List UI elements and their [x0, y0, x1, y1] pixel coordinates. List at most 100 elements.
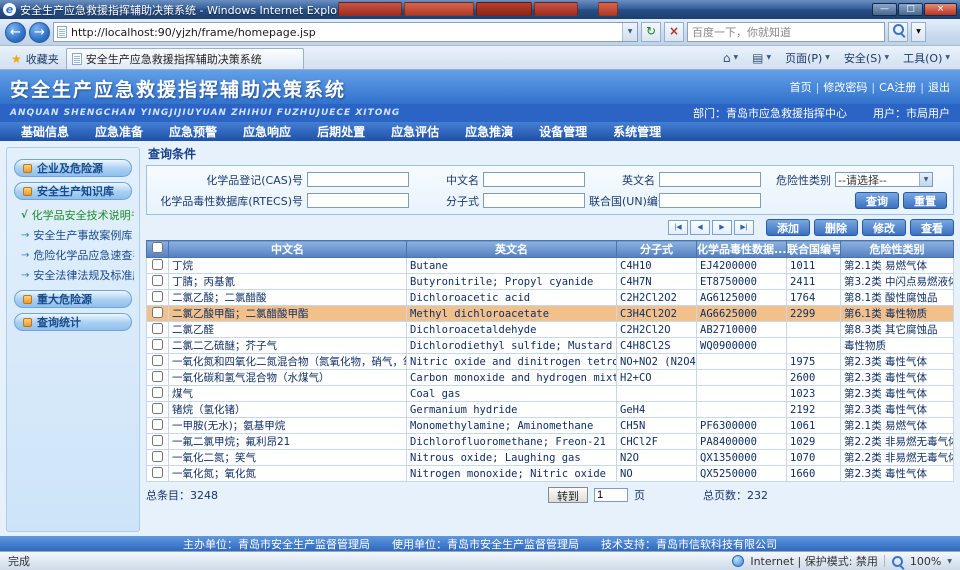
nav-item[interactable]: 设备管理	[526, 123, 600, 140]
formula-input[interactable]	[483, 193, 585, 208]
cell-rtecs: QX5250000	[697, 466, 787, 482]
nav-item[interactable]: 基础信息	[8, 123, 82, 140]
print-button[interactable]: ▤▼	[746, 48, 777, 68]
remote-toolbar-button[interactable]	[404, 2, 474, 16]
safety-menu[interactable]: 安全(S)▼	[838, 48, 895, 68]
remote-toolbar-button[interactable]	[534, 2, 578, 16]
table-row[interactable]: 二氯乙酸；二氯醋酸Dichloroacetic acidC2H2Cl2O2AG6…	[147, 290, 954, 306]
zoom-level[interactable]: 100%	[910, 555, 941, 568]
row-checkbox[interactable]	[152, 259, 163, 270]
row-checkbox[interactable]	[152, 355, 163, 366]
select-all-checkbox[interactable]	[152, 242, 163, 253]
page-number-input[interactable]	[594, 488, 628, 502]
browser-tab[interactable]: 安全生产应急救援指挥辅助决策系统	[66, 48, 304, 69]
table-row[interactable]: 一甲胺(无水)；氨基甲烷Monomethylamine; Aminomethan…	[147, 418, 954, 434]
search-input[interactable]: 百度一下，你就知道	[687, 22, 885, 42]
view-button[interactable]: 查看	[910, 219, 954, 236]
row-checkbox[interactable]	[152, 467, 163, 478]
table-row[interactable]: 丁腈；丙基氰Butyronitrile; Propyl cyanideC4H7N…	[147, 274, 954, 290]
cas-input[interactable]	[307, 172, 409, 187]
modify-button[interactable]: 修改	[862, 219, 906, 236]
table-row[interactable]: 煤气Coal gas1023第2.3类 毒性气体	[147, 386, 954, 402]
cell-english-name: Dichloroacetic acid	[407, 290, 617, 306]
row-checkbox[interactable]	[152, 419, 163, 430]
refresh-button[interactable]: ↻	[641, 22, 661, 42]
table-row[interactable]: 一氧化碳和氢气混合物（水煤气）Carbon monoxide and hydro…	[147, 370, 954, 386]
row-checkbox[interactable]	[152, 371, 163, 382]
banner-link[interactable]: 退出	[928, 79, 950, 95]
reset-button[interactable]: 重置	[903, 192, 947, 209]
panel-icon	[23, 164, 32, 173]
nav-item[interactable]: 应急评估	[378, 123, 452, 140]
pager-last-button[interactable]: ▶|	[734, 220, 754, 235]
row-checkbox[interactable]	[152, 451, 163, 462]
chinese-name-input[interactable]	[483, 172, 585, 187]
goto-page-button[interactable]: 转到	[548, 487, 588, 503]
sidebar-link[interactable]: →危险化学品应急速查手...	[12, 245, 134, 265]
zoom-dropdown-icon[interactable]: ▼	[947, 558, 952, 565]
row-checkbox[interactable]	[152, 323, 163, 334]
back-button[interactable]: ←	[5, 22, 26, 43]
stop-button[interactable]: ×	[664, 22, 684, 42]
sidebar-button[interactable]: 安全生产知识库	[14, 182, 132, 200]
pager-first-button[interactable]: |◀	[668, 220, 688, 235]
row-checkbox[interactable]	[152, 403, 163, 414]
row-checkbox[interactable]	[152, 291, 163, 302]
banner-link[interactable]: 修改密码	[823, 79, 867, 95]
table-row[interactable]: 一氧化二氮；笑气Nitrous oxide; Laughing gasN2OQX…	[147, 450, 954, 466]
sidebar-link[interactable]: →安全法律法规及标准库	[12, 265, 134, 285]
table-row[interactable]: 一氟二氯甲烷；氟利昂21Dichlorofluoromethane; Freon…	[147, 434, 954, 450]
maximize-button[interactable]: □	[898, 3, 923, 16]
address-bar[interactable]: http://localhost:90/yjzh/frame/homepage.…	[53, 22, 638, 42]
delete-button[interactable]: 删除	[814, 219, 858, 236]
banner-link[interactable]: CA注册	[879, 79, 916, 95]
table-row[interactable]: 二氯乙酸甲酯；二氯醋酸甲酯Methyl dichloroacetateC3H4C…	[147, 306, 954, 322]
english-name-input[interactable]	[659, 172, 761, 187]
nav-item[interactable]: 后期处置	[304, 123, 378, 140]
total-pages: 总页数：232	[703, 487, 768, 503]
sidebar-button[interactable]: 查询统计	[14, 313, 132, 331]
sidebar-link[interactable]: →安全生产事故案例库	[12, 225, 134, 245]
minimize-button[interactable]: —	[872, 3, 897, 16]
rtecs-input[interactable]	[307, 193, 409, 208]
sidebar-link[interactable]: √化学品安全技术说明书	[12, 205, 134, 225]
banner-link[interactable]: 首页	[790, 79, 812, 95]
remote-toolbar-button[interactable]	[338, 2, 402, 16]
search-options-icon[interactable]: ▼	[911, 22, 926, 42]
favorites-button[interactable]: ★ 收藏夹	[4, 49, 66, 69]
table-row[interactable]: 二氯二乙硫醚；芥子气Dichlorodiethyl sulfide; Musta…	[147, 338, 954, 354]
table-row[interactable]: 二氯乙醛DichloroacetaldehydeC2H2Cl2OAB271000…	[147, 322, 954, 338]
remote-toolbar-button[interactable]	[598, 2, 618, 16]
row-checkbox[interactable]	[152, 275, 163, 286]
un-number-input[interactable]	[659, 193, 761, 208]
table-row[interactable]: 丁烷ButaneC4H10EJ42000001011第2.1类 易燃气体	[147, 258, 954, 274]
page-menu[interactable]: 页面(P)▼	[779, 48, 836, 68]
row-checkbox[interactable]	[152, 435, 163, 446]
row-checkbox[interactable]	[152, 339, 163, 350]
pager-prev-button[interactable]: ◀	[690, 220, 710, 235]
nav-item[interactable]: 应急准备	[82, 123, 156, 140]
table-row[interactable]: 一氧化氮；氧化氮Nitrogen monoxide; Nitric oxideN…	[147, 466, 954, 482]
sidebar-button[interactable]: 重大危险源	[14, 290, 132, 308]
nav-item[interactable]: 系统管理	[600, 123, 674, 140]
table-row[interactable]: 锗烷（氢化锗）Germanium hydrideGeH42192第2.3类 毒性…	[147, 402, 954, 418]
home-button[interactable]: ⌂▼	[717, 48, 744, 68]
remote-toolbar-button[interactable]	[476, 2, 532, 16]
forward-button[interactable]: →	[29, 22, 50, 43]
url-text[interactable]: http://localhost:90/yjzh/frame/homepage.…	[71, 26, 316, 39]
tools-menu[interactable]: 工具(O)▼	[897, 48, 956, 68]
search-button[interactable]: 查询	[855, 192, 899, 209]
add-button[interactable]: 添加	[766, 219, 810, 236]
row-checkbox[interactable]	[152, 387, 163, 398]
nav-item[interactable]: 应急响应	[230, 123, 304, 140]
sidebar-button[interactable]: 企业及危险源	[14, 159, 132, 177]
search-button-browser[interactable]	[888, 22, 908, 42]
nav-item[interactable]: 应急预警	[156, 123, 230, 140]
pager-next-button[interactable]: ▶	[712, 220, 732, 235]
close-button[interactable]: ×	[924, 3, 957, 16]
hazard-class-select[interactable]: --请选择-- ▼	[835, 172, 933, 187]
address-dropdown-icon[interactable]: ▼	[622, 23, 637, 41]
nav-item[interactable]: 应急推演	[452, 123, 526, 140]
table-row[interactable]: 一氧化氮和四氧化二氮混合物（氮氧化物，硝气，氧化氮气体）Nitric oxide…	[147, 354, 954, 370]
row-checkbox[interactable]	[152, 307, 163, 318]
